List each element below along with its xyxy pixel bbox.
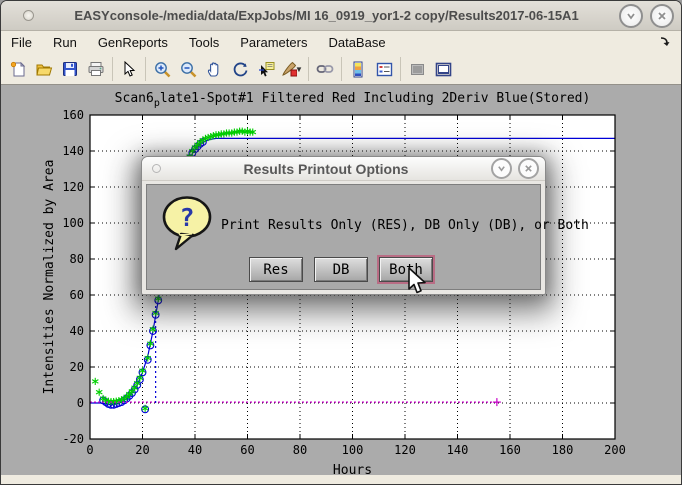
svg-text:?: ?: [179, 203, 194, 232]
print-icon: [87, 61, 105, 77]
svg-text:80: 80: [70, 252, 84, 266]
svg-text:40: 40: [188, 443, 202, 457]
svg-text:200: 200: [604, 443, 626, 457]
pointer-button[interactable]: [116, 57, 142, 81]
minimize-button[interactable]: [619, 4, 643, 28]
chevron-down-icon: [626, 11, 636, 21]
figure-window: EASYconsole-/media/data/ExpJobs/MI 16_09…: [0, 0, 682, 485]
save-button[interactable]: [57, 57, 83, 81]
dialog-window-icon: [152, 164, 161, 173]
question-bubble-icon: ?: [159, 193, 217, 253]
svg-text:160: 160: [499, 443, 521, 457]
save-icon: [62, 61, 78, 77]
close-icon: [657, 11, 667, 21]
x-axis-label: Hours: [333, 463, 372, 475]
print-button[interactable]: [83, 57, 109, 81]
rotate-3d-button[interactable]: [227, 57, 253, 81]
menu-overflow-arrow-icon[interactable]: [659, 35, 671, 50]
window-titlebar: EASYconsole-/media/data/ExpJobs/MI 16_09…: [1, 1, 681, 31]
toolbar-separator: [341, 57, 342, 81]
svg-text:20: 20: [135, 443, 149, 457]
rotate-3d-icon: [232, 61, 249, 78]
toolbar-separator: [145, 57, 146, 81]
data-cursor-icon: [258, 61, 275, 77]
svg-text:100: 100: [62, 216, 84, 230]
legend-icon: [376, 62, 393, 77]
pointer-icon: [122, 61, 136, 77]
db-button[interactable]: DB: [314, 257, 368, 282]
brush-button[interactable]: ▼: [279, 57, 305, 81]
zoom-out-button[interactable]: [175, 57, 201, 81]
chevron-down-icon: [497, 164, 506, 173]
svg-text:20: 20: [70, 360, 84, 374]
dialog-close-button[interactable]: [518, 158, 539, 179]
new-file-button[interactable]: [5, 57, 31, 81]
svg-text:140: 140: [62, 144, 84, 158]
toolbar-separator: [308, 57, 309, 81]
toolbar-separator: [400, 57, 401, 81]
window-bottom-strip: [1, 475, 682, 484]
menu-genreports[interactable]: GenReports: [98, 35, 168, 50]
brush-dropdown-caret-icon[interactable]: ▼: [295, 65, 303, 74]
insert-colorbar-button[interactable]: [345, 57, 371, 81]
pan-hand-icon: [206, 61, 222, 77]
plot-title: Scan6plate1-Spot#1 Filtered Red Includin…: [115, 91, 591, 109]
svg-text:40: 40: [70, 324, 84, 338]
menu-parameters[interactable]: Parameters: [240, 35, 307, 50]
svg-text:120: 120: [394, 443, 416, 457]
close-icon: [524, 164, 533, 173]
hide-plot-tools-icon: [410, 63, 425, 76]
svg-text:80: 80: [293, 443, 307, 457]
y-axis-label: Intensities Normalized by Area: [42, 160, 57, 395]
svg-text:100: 100: [342, 443, 364, 457]
close-button[interactable]: [650, 4, 674, 28]
data-cursor-button[interactable]: [253, 57, 279, 81]
link-plot-button[interactable]: [312, 57, 338, 81]
menu-database[interactable]: DataBase: [328, 35, 385, 50]
new-file-icon: [10, 61, 27, 78]
dialog-body: ? Print Results Only (RES), DB Only (DB)…: [146, 184, 541, 290]
colorbar-icon: [352, 61, 364, 78]
link-icon: [316, 62, 334, 76]
hide-plot-tools-button[interactable]: [404, 57, 430, 81]
open-folder-icon: [35, 61, 53, 77]
pan-button[interactable]: [201, 57, 227, 81]
svg-text:-20: -20: [62, 432, 84, 446]
svg-text:120: 120: [62, 180, 84, 194]
mouse-cursor-icon: [406, 267, 427, 301]
res-button[interactable]: Res: [249, 257, 303, 282]
svg-text:60: 60: [70, 288, 84, 302]
insert-legend-button[interactable]: [371, 57, 397, 81]
svg-text:60: 60: [240, 443, 254, 457]
open-file-button[interactable]: [31, 57, 57, 81]
results-printout-dialog: Results Printout Options ? Print Results…: [141, 156, 546, 295]
zoom-in-button[interactable]: [149, 57, 175, 81]
menu-file[interactable]: File: [11, 35, 32, 50]
toolbar-separator: [112, 57, 113, 81]
menu-bar: File Run GenReports Tools Parameters Dat…: [1, 31, 681, 54]
dialog-titlebar[interactable]: Results Printout Options: [142, 157, 545, 181]
window-icon: [23, 10, 34, 21]
zoom-in-icon: [154, 61, 171, 78]
window-title: EASYconsole-/media/data/ExpJobs/MI 16_09…: [34, 8, 619, 23]
svg-text:140: 140: [447, 443, 469, 457]
menu-run[interactable]: Run: [53, 35, 77, 50]
dialog-message: Print Results Only (RES), DB Only (DB), …: [221, 218, 589, 233]
toolbar: ▼: [1, 54, 681, 86]
menu-tools[interactable]: Tools: [189, 35, 219, 50]
svg-text:180: 180: [552, 443, 574, 457]
svg-text:160: 160: [62, 108, 84, 122]
svg-text:0: 0: [77, 396, 84, 410]
show-plot-tools-icon: [435, 62, 452, 77]
show-plot-tools-button[interactable]: [430, 57, 456, 81]
dialog-title: Results Printout Options: [161, 161, 491, 177]
svg-text:0: 0: [86, 443, 93, 457]
dialog-minimize-button[interactable]: [491, 158, 512, 179]
zoom-out-icon: [180, 61, 197, 78]
